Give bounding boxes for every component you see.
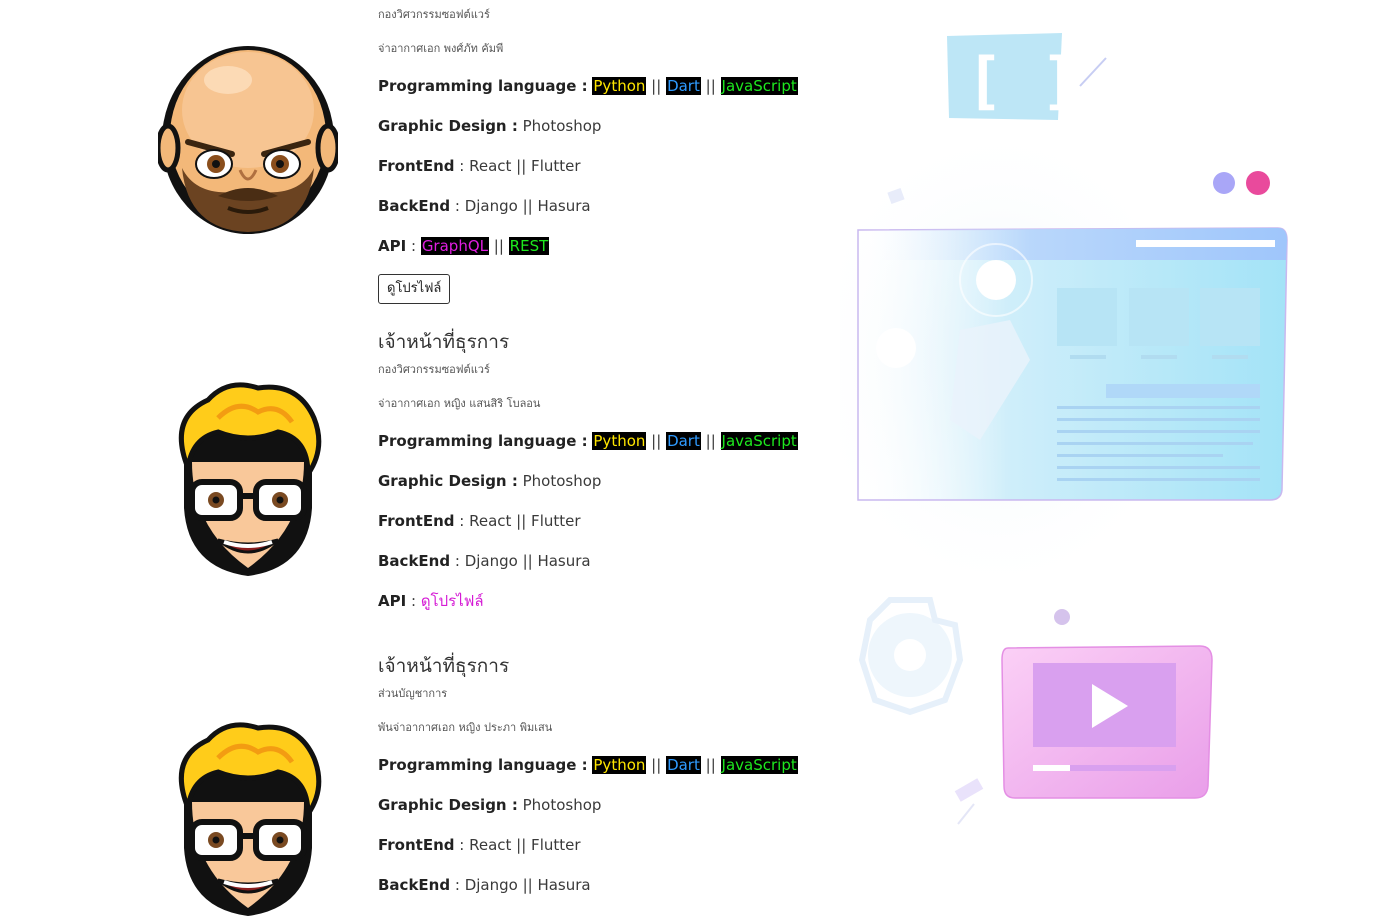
frontend-value: : React || Flutter [459,157,581,175]
bracket-glyph: [ ] [966,44,1078,117]
dart-tag: Dart [666,756,701,774]
department-text: กองวิศวกรรมซอฟต์แวร์ [378,363,490,376]
separator: || [493,237,504,255]
member-name: จ่าอากาศเอก พงศ์ภัท คัมพี [378,42,504,55]
rest-tag: REST [508,237,550,255]
graphic-design-label: Graphic Design : [378,472,518,490]
code-bracket-icon: [ ] [947,33,1107,120]
programming-language-row: Programming language : Python || Dart ||… [378,431,798,451]
api-colon: : [410,592,417,610]
gear-icon [858,597,964,716]
frontend-row: FrontEnd : React || Flutter [378,511,581,531]
developer-illustration: [ ] [840,33,1288,825]
graphql-tag: GraphQL [420,237,489,255]
dart-tag: Dart [666,77,701,95]
role-title: เจ้าหน้าที่ธุรการ [378,655,510,677]
python-tag: Python [592,756,647,774]
frontend-value: : React || Flutter [459,512,581,530]
javascript-tag: JavaScript [720,77,798,95]
graphic-design-value: Photoshop [522,472,602,490]
graphic-design-row: Graphic Design : Photoshop [378,471,601,491]
view-profile-button[interactable]: ดูโปรไฟล์ [378,274,451,304]
separator: || [705,77,716,95]
browser-window-icon [857,227,1288,501]
backend-value: : Django || Hasura [454,197,591,215]
programming-language-row: Programming language : Python || Dart ||… [378,755,798,775]
backend-label: BackEnd [378,197,451,215]
view-profile-link[interactable]: ดูโปรไฟล์ [421,592,484,610]
backend-row: BackEnd : Django || Hasura [378,196,591,216]
api-colon: : [410,237,417,255]
separator: || [705,432,716,450]
javascript-tag: JavaScript [720,756,798,774]
frontend-label: FrontEnd [378,157,455,175]
bald-bearded-avatar [158,46,338,234]
api-row: API : ดูโปรไฟล์ [378,591,484,611]
video-play-icon [1001,645,1213,799]
backend-value: : Django || Hasura [454,552,591,570]
programming-language-label: Programming language : [378,756,588,774]
role-title: เจ้าหน้าที่ธุรการ [378,331,510,353]
dart-tag: Dart [666,432,701,450]
department-text: ส่วนบัญชาการ [378,687,448,700]
api-label: API [378,592,407,610]
graphic-design-value: Photoshop [522,796,602,814]
frontend-row: FrontEnd : React || Flutter [378,156,581,176]
javascript-tag: JavaScript [720,432,798,450]
api-label: API [378,237,407,255]
separator: || [651,756,662,774]
backend-row: BackEnd : Django || Hasura [378,875,591,895]
programming-language-row: Programming language : Python || Dart ||… [378,76,798,96]
frontend-label: FrontEnd [378,512,455,530]
graphic-design-label: Graphic Design : [378,796,518,814]
curly-hair-glasses-avatar [178,382,322,576]
department-text: กองวิศวกรรมซอฟต์แวร์ [378,8,490,21]
graphic-design-label: Graphic Design : [378,117,518,135]
member-name: จ่าอากาศเอก หญิง แสนสิริ โบลอน [378,397,541,410]
graphic-design-row: Graphic Design : Photoshop [378,795,601,815]
frontend-row: FrontEnd : React || Flutter [378,835,581,855]
frontend-label: FrontEnd [378,836,455,854]
python-tag: Python [592,432,647,450]
separator: || [651,432,662,450]
backend-value: : Django || Hasura [454,876,591,894]
separator: || [651,77,662,95]
graphic-design-row: Graphic Design : Photoshop [378,116,601,136]
backend-row: BackEnd : Django || Hasura [378,551,591,571]
api-row: API : GraphQL || REST [378,236,550,256]
python-tag: Python [592,77,647,95]
programming-language-label: Programming language : [378,432,588,450]
member-name: พันจ่าอากาศเอก หญิง ประภา พิมเสน [378,721,553,734]
curly-hair-glasses-avatar [178,722,322,916]
backend-label: BackEnd [378,552,451,570]
separator: || [705,756,716,774]
frontend-value: : React || Flutter [459,836,581,854]
programming-language-label: Programming language : [378,77,588,95]
graphic-design-value: Photoshop [522,117,602,135]
backend-label: BackEnd [378,876,451,894]
